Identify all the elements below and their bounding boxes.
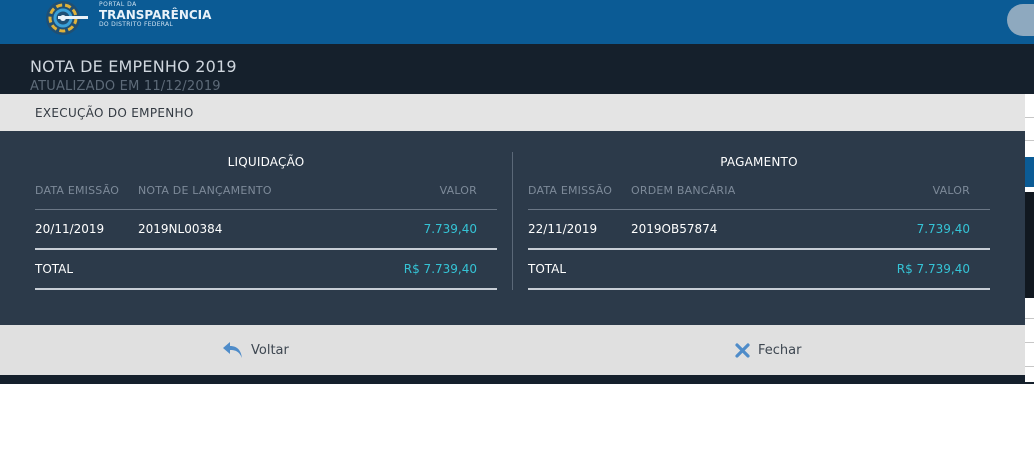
- column-header-nota-lancamento: NOTA DE LANÇAMENTO: [138, 184, 272, 197]
- background-divider: [1025, 366, 1034, 367]
- section-divider: [512, 152, 513, 290]
- portal-logo-icon[interactable]: [40, 0, 88, 40]
- column-header-ordem-bancaria: ORDEM BANCÁRIA: [631, 184, 736, 197]
- execucao-empenho-modal: EXECUÇÃO DO EMPENHO LIQUIDAÇÃO DATA EMIS…: [0, 94, 1025, 375]
- background-divider: [1025, 140, 1034, 141]
- pagamento-title: PAGAMENTO: [720, 155, 798, 169]
- logo-line-3: DO DISTRITO FEDERAL: [99, 21, 174, 28]
- row-valor: 7.739,40: [423, 222, 477, 236]
- total-divider: [528, 288, 990, 290]
- background-bottom-edge: [0, 374, 20, 382]
- row-divider: [528, 248, 990, 250]
- row-divider: [35, 248, 497, 250]
- page: PORTAL DA TRANSPARÊNCIA DO DISTRITO FEDE…: [0, 0, 1034, 460]
- voltar-button[interactable]: Voltar: [222, 325, 289, 375]
- background-blue-band: [1025, 157, 1034, 187]
- voltar-label: Voltar: [251, 342, 289, 358]
- background-divider: [1025, 342, 1034, 343]
- header-divider: [35, 209, 497, 210]
- total-divider: [35, 288, 497, 290]
- reply-arrow-icon: [223, 342, 242, 358]
- row-ordem-bancaria: 2019OB57874: [631, 222, 718, 236]
- logo-line-2: TRANSPARÊNCIA: [99, 8, 212, 22]
- total-label: TOTAL: [35, 262, 74, 276]
- background-divider: [1025, 318, 1034, 319]
- page-subtitle: ATUALIZADO EM 11/12/2019: [30, 79, 221, 94]
- row-valor: 7.739,40: [916, 222, 970, 236]
- column-header-valor: VALOR: [439, 184, 477, 197]
- column-header-data-emissao: DATA EMISSÃO: [35, 184, 120, 197]
- total-label: TOTAL: [528, 262, 567, 276]
- column-header-data-emissao: DATA EMISSÃO: [528, 184, 613, 197]
- background-divider: [1025, 117, 1034, 118]
- background-dark-band: [1025, 192, 1034, 298]
- top-navigation-bar: PORTAL DA TRANSPARÊNCIA DO DISTRITO FEDE…: [0, 0, 1034, 44]
- total-value: R$ 7.739,40: [896, 262, 970, 276]
- fechar-button[interactable]: Fechar: [735, 325, 801, 375]
- fechar-label: Fechar: [758, 342, 802, 358]
- row-data-emissao: 22/11/2019: [528, 222, 598, 236]
- page-title: NOTA DE EMPENHO 2019: [30, 57, 237, 76]
- liquidacao-title: LIQUIDAÇÃO: [227, 155, 305, 169]
- top-right-button[interactable]: [1007, 4, 1034, 36]
- close-x-icon: [735, 342, 750, 358]
- modal-footer: Voltar Fechar: [0, 325, 1025, 375]
- modal-title: EXECUÇÃO DO EMPENHO: [35, 106, 194, 120]
- row-nota-lancamento: 2019NL00384: [138, 222, 223, 236]
- total-value: R$ 7.739,40: [403, 262, 477, 276]
- modal-header: EXECUÇÃO DO EMPENHO: [0, 94, 1025, 131]
- header-divider: [528, 209, 990, 210]
- column-header-valor: VALOR: [932, 184, 970, 197]
- row-data-emissao: 20/11/2019: [35, 222, 105, 236]
- portal-logo-text: PORTAL DA TRANSPARÊNCIA DO DISTRITO FEDE…: [99, 2, 211, 28]
